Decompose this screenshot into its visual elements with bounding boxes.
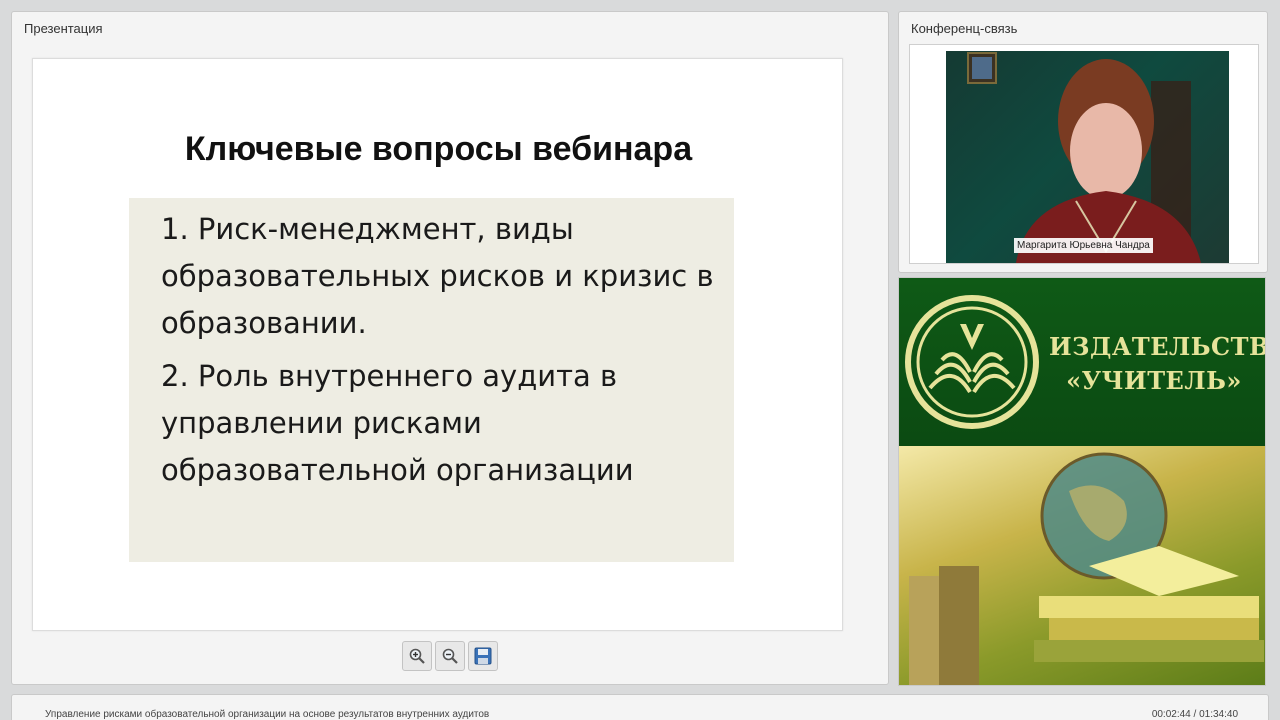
zoom-out-icon (442, 648, 458, 664)
speaker-video[interactable]: Маргарита Юрьевна Чандра (946, 51, 1229, 263)
zoom-out-button[interactable] (435, 641, 465, 671)
footer-bar: Управление рисками образовательной орган… (11, 694, 1269, 720)
save-button[interactable] (468, 641, 498, 671)
slide-title: Ключевые вопросы вебинара (184, 130, 693, 168)
webinar-title: Управление рисками образовательной орган… (45, 709, 490, 720)
banner-books-image (899, 446, 1265, 685)
conference-panel: Конференц-связь Маргарита Юрьевна Чандра (898, 11, 1268, 273)
presentation-panel-title: Презентация (24, 21, 103, 36)
slide-item-1: 1. Риск-менеджмент, виды образовательных… (161, 212, 714, 340)
banner-top: ИЗДАТЕЛЬСТВО «УЧИТЕЛЬ» (899, 278, 1265, 446)
conference-panel-title: Конференц-связь (911, 21, 1018, 36)
slide-item-2: 2. Роль внутреннего аудита в управлении … (161, 359, 634, 487)
presentation-panel: Презентация Ключевые вопросы вебинара 1.… (11, 11, 889, 685)
globe-and-books-image (909, 452, 1264, 685)
zoom-in-icon (409, 648, 425, 664)
publisher-name: ИЗДАТЕЛЬСТВО «УЧИТЕЛЬ» (1049, 330, 1265, 398)
video-frame: Маргарита Юрьевна Чандра (909, 44, 1259, 264)
slide: Ключевые вопросы вебинара 1. Риск-менедж… (32, 58, 843, 631)
slide-content-box: 1. Риск-менеджмент, виды образовательных… (129, 198, 734, 562)
publisher-banner: ИЗДАТЕЛЬСТВО «УЧИТЕЛЬ» (898, 277, 1266, 686)
slide-toolbar (402, 641, 498, 671)
speaker-name-label: Маргарита Юрьевна Чандра (1014, 238, 1153, 253)
playback-time: 00:02:44 / 01:34:40 (1151, 709, 1238, 720)
zoom-in-button[interactable] (402, 641, 432, 671)
speaker-silhouette (1016, 59, 1201, 263)
save-icon (474, 647, 492, 665)
publisher-name-line2: «УЧИТЕЛЬ» (1066, 366, 1242, 395)
publisher-name-line1: ИЗДАТЕЛЬСТВО (1049, 332, 1265, 361)
publisher-logo-icon (905, 295, 1039, 429)
